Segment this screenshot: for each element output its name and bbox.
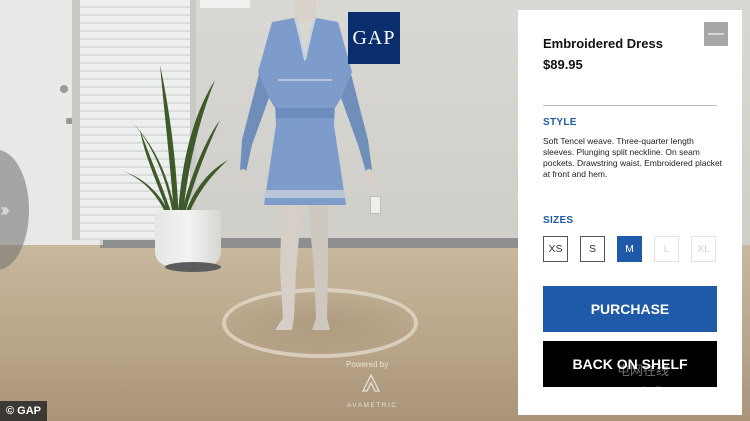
gap-logo: GAP: [348, 12, 400, 64]
watermark-url: imaijia.com: [643, 385, 684, 394]
divider: [543, 105, 717, 106]
size-option-xl: XL: [691, 236, 716, 262]
close-icon[interactable]: —: [704, 22, 728, 46]
size-option-m[interactable]: M: [617, 236, 642, 262]
powered-by-label: Powered by: [346, 360, 389, 369]
size-option-l: L: [654, 236, 679, 262]
product-panel: — Embroidered Dress $89.95 STYLE Soft Te…: [518, 10, 742, 415]
chevron-right-icon[interactable]: ›››: [0, 200, 10, 221]
plant-pot-base: [165, 262, 221, 272]
watermark: 屯网在线: [617, 363, 670, 378]
size-option-s[interactable]: S: [580, 236, 605, 262]
product-description: Soft Tencel weave. Three-quarter length …: [543, 136, 723, 179]
product-price: $89.95: [543, 57, 583, 72]
size-option-xs[interactable]: XS: [543, 236, 568, 262]
plant-pot: [155, 210, 221, 266]
sizes-heading: SIZES: [543, 215, 574, 226]
size-selector: XS S M L XL: [543, 236, 723, 264]
purchase-button[interactable]: PURCHASE: [543, 286, 717, 332]
product-title: Embroidered Dress: [543, 36, 663, 51]
copyright-label: © GAP: [0, 401, 47, 421]
provider-label: AVAMETRIC: [347, 402, 398, 409]
avametric-logo-icon: [362, 374, 380, 392]
door-knob: [60, 85, 68, 93]
style-heading: STYLE: [543, 117, 577, 128]
potted-plant: [120, 65, 228, 230]
